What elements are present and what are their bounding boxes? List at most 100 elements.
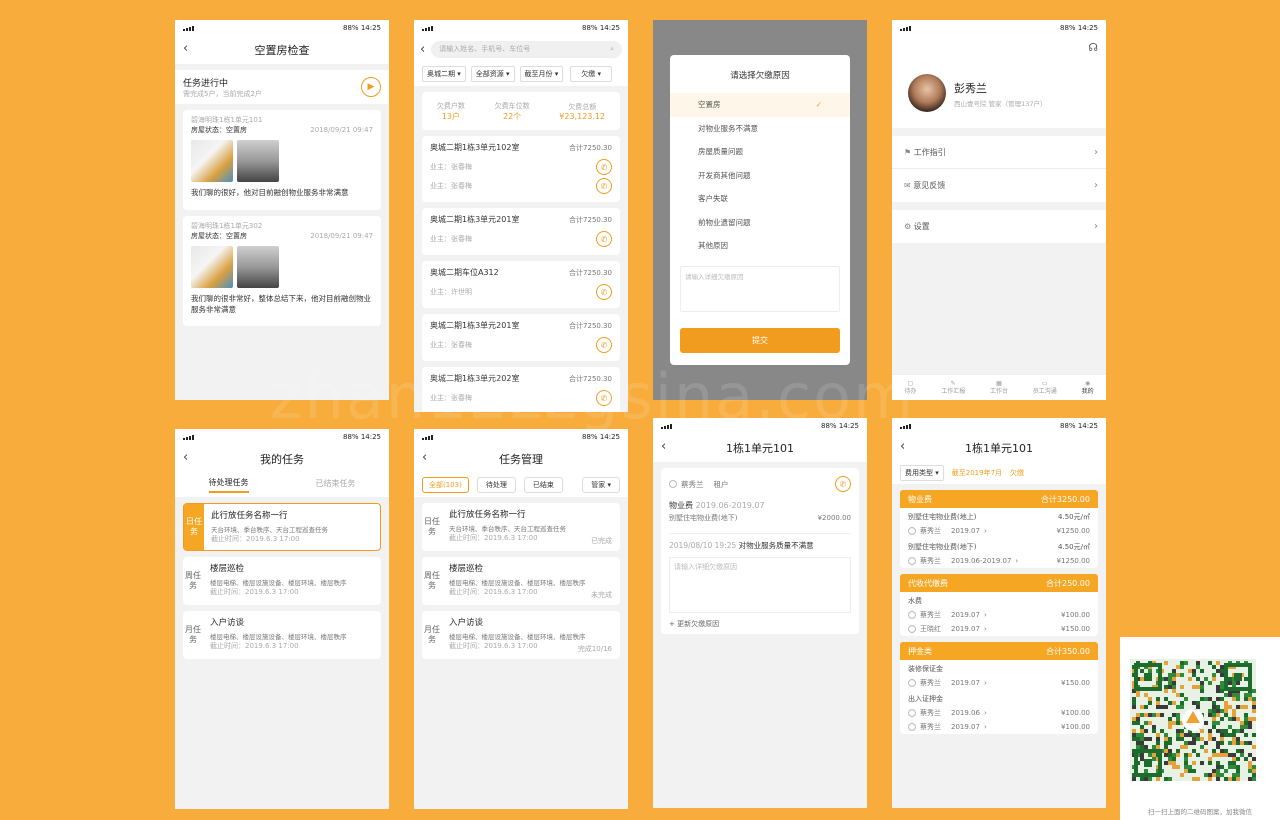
screen-vacant-house-check: 88% 14:25 ‹ 空置房检查 任务进行中 需完成5户，当前完成2户 ▶ 碧海… — [175, 20, 389, 400]
back-icon[interactable]: ‹ — [183, 450, 188, 465]
payer-row[interactable]: 蔡秀兰 2019.06 › ¥100.00 — [908, 708, 1090, 718]
reason-option[interactable]: 空置房 ✓ — [670, 93, 850, 117]
arrears-item[interactable]: 奥城二期1栋3单元202室 合计7250.30 业主：张春梅 ✆ — [422, 367, 620, 412]
reason-label: 空置房 — [698, 100, 721, 110]
payer-amount: ¥150.00 — [1061, 625, 1090, 633]
tab-label: 员工沟通 — [1032, 387, 1057, 395]
task-desc: 楼层电梯、楼层设施设备、楼层环境、楼层秩序 — [449, 579, 586, 587]
phone-icon[interactable]: ✆ — [596, 390, 612, 406]
menu-group: ⚙ 设置 › — [892, 210, 1106, 243]
back-icon[interactable]: ‹ — [420, 42, 425, 57]
reason-option[interactable]: 开发商其他问题 — [670, 164, 850, 188]
menu-item-guide[interactable]: ⚑ 工作指引 › — [892, 136, 1106, 169]
room-photo[interactable] — [237, 246, 279, 288]
reason-label: 其他原因 — [698, 241, 728, 251]
back-icon[interactable]: ‹ — [183, 41, 188, 56]
filter-month[interactable]: 截至月份 ▾ — [519, 66, 564, 82]
screen-unit-arrears-detail: 88% 14:25 ‹ 1栋1单元101 蔡秀兰 租户 ✆ 物业费 2019.06-2… — [653, 418, 867, 808]
tab-label: 工作汇报 — [941, 387, 966, 395]
arrears-item[interactable]: 奥城二期1栋3单元102室 合计7250.30 业主：张春梅 ✆ 业主：张春梅 ✆ — [422, 136, 620, 202]
room-photo[interactable] — [237, 140, 279, 182]
phone-icon[interactable]: ✆ — [596, 178, 612, 194]
payer-row[interactable]: 蔡秀兰 2019.07 › ¥100.00 — [908, 722, 1090, 732]
task-card[interactable]: 月任务 入户访谈 楼层电梯、楼层设施设备、楼层环境、楼层秩序 截止时间：2019.6… — [422, 611, 620, 659]
menu-item-feedback[interactable]: ✉ 意见反馈 › — [892, 169, 1106, 202]
back-icon[interactable]: ‹ — [661, 439, 666, 454]
reason-option[interactable]: 客户失联 — [670, 187, 850, 211]
reason-dialog: 请选择欠缴原因 空置房 ✓ 对物业服务不满意 房屋质量问题 开发商其他问题 客户失联 前物业… — [670, 55, 850, 365]
owner-text: 业主：张春梅 — [430, 341, 472, 349]
submit-button[interactable]: 提交 — [680, 327, 840, 353]
tab-mine[interactable]: ◉ 我的 — [1082, 380, 1094, 396]
chevron-right-icon: › — [983, 679, 987, 687]
payer-row[interactable]: 蔡秀兰 2019.07 › ¥100.00 — [908, 610, 1090, 620]
task-card[interactable]: 周任务 楼层巡检 楼层电梯、楼层设施设备、楼层环境、楼层秩序 截止时间：2019.6… — [422, 557, 620, 605]
payer-row[interactable]: 蔡秀兰 2019.07 › ¥1250.00 — [908, 526, 1090, 536]
arrears-item[interactable]: 奥城二期车位A312 合计7250.30 业主：许世明 ✆ — [422, 261, 620, 308]
reason-textarea[interactable]: 请输入详细欠缴原因 — [680, 265, 840, 312]
task-card[interactable]: 日任务 此行放任务名称一行 天台环境、季台秩序、天台工程巡查任务 截止时间：2019… — [422, 503, 620, 551]
phone-icon[interactable]: ✆ — [596, 231, 612, 247]
filter-status[interactable]: 欠缴 ▾ — [570, 66, 612, 82]
phone-icon[interactable]: ✆ — [596, 337, 612, 353]
detail-card: 蔡秀兰 租户 ✆ 物业费 2019.06-2019.07 别墅住宅物业费(地下) ¥2… — [661, 468, 859, 634]
arrears-item[interactable]: 奥城二期1栋3单元201室 合计7250.30 业主：张春梅 ✆ — [422, 314, 620, 361]
task-card[interactable]: 日任务 此行放任务名称一行 天台环境、季台秩序、天台工程巡查任务 截止时间：2019… — [183, 503, 381, 551]
search-bar: ‹ 请输入姓名、手机号、车位号 ⌕ — [414, 36, 628, 62]
owner-text: 业主：张春梅 — [430, 163, 472, 171]
reason-option[interactable]: 前物业遗留问题 — [670, 211, 850, 235]
arrears-item[interactable]: 奥城二期1栋3单元201室 合计7250.30 业主：张春梅 ✆ — [422, 208, 620, 255]
reason-option[interactable]: 对物业服务不满意 — [670, 117, 850, 141]
tab-report[interactable]: ✎ 工作汇报 — [941, 380, 965, 396]
phone-icon[interactable]: ✆ — [835, 476, 851, 492]
fee-sections: 物业费 合计3250.00 别墅住宅物业费(地上) 4.50元/㎡ 蔡秀兰 2019.07… — [892, 490, 1106, 734]
tab-chat[interactable]: ▭ 员工沟通 — [1033, 380, 1057, 396]
task-card[interactable]: 周任务 楼层巡检 楼层电梯、楼层设施设备、楼层环境、楼层秩序 截止时间：2019.6… — [183, 557, 381, 605]
room-photo[interactable] — [191, 140, 233, 182]
plus-icon[interactable]: + — [669, 620, 675, 628]
payer-row[interactable]: 蔡秀兰 2019.06-2019.07 › ¥1250.00 — [908, 556, 1090, 566]
tab-finished[interactable]: 已结束任务 — [316, 478, 356, 492]
chevron-right-icon: › — [983, 709, 987, 717]
fee-type-select[interactable]: 费用类型 ▾ — [900, 465, 944, 481]
menu-item-settings[interactable]: ⚙ 设置 › — [892, 210, 1106, 243]
task-deadline: 截止时间：2019.6.3 17:00 — [210, 588, 299, 596]
filter-pending[interactable]: 待处理 — [476, 477, 516, 493]
battery-text: 88% — [343, 433, 359, 441]
filter-project[interactable]: 奥城二期 ▾ — [422, 66, 466, 82]
tab-workbench[interactable]: ▦ 工作台 — [990, 380, 1008, 396]
filter-steward[interactable]: 管家 ▾ — [582, 477, 620, 493]
tab-todo[interactable]: ▢ 待办 — [904, 380, 916, 396]
reason-textarea[interactable]: 请输入详细欠缴原因 — [669, 557, 851, 613]
payer-row[interactable]: 蔡秀兰 2019.07 › ¥150.00 — [908, 678, 1090, 688]
nav-bar: ‹ 任务管理 — [414, 445, 628, 473]
phone-icon[interactable]: ✆ — [596, 284, 612, 300]
avatar[interactable] — [908, 74, 946, 112]
headset-icon[interactable]: ☊ — [1088, 41, 1098, 54]
search-input[interactable]: 请输入姓名、手机号、车位号 ⌕ — [431, 40, 622, 58]
record-card[interactable]: 碧海明珠1栋1单元101 房屋状态：空置房 2018/09/21 09:47 我们… — [183, 110, 381, 210]
task-status: 未完成 — [591, 591, 612, 599]
tab-pending[interactable]: 待处理任务 — [208, 477, 249, 493]
phone-icon[interactable]: ✆ — [596, 159, 612, 175]
payer-name: 王晓红 — [920, 625, 941, 633]
task-card[interactable]: 月任务 入户访谈 楼层电梯、楼层设施设备、楼层环境、楼层秩序 截止时间：2019.6… — [183, 611, 381, 659]
fee-section-name: 物业费 — [908, 494, 932, 504]
update-reason-link[interactable]: 更新欠缴原因 — [677, 620, 719, 628]
reason-option[interactable]: 其他原因 — [670, 234, 850, 258]
back-icon[interactable]: ‹ — [900, 439, 905, 454]
reason-option[interactable]: 房屋质量问题 — [670, 140, 850, 164]
filter-finished[interactable]: 已结束 — [523, 477, 563, 493]
filter-all[interactable]: 全部(103) — [422, 477, 469, 493]
page-title: 空置房检查 — [254, 44, 310, 57]
room-photo[interactable] — [191, 246, 233, 288]
payer-period: 2019.07 — [951, 679, 980, 687]
play-icon[interactable]: ▶ — [361, 77, 381, 97]
back-icon[interactable]: ‹ — [422, 450, 427, 465]
record-card[interactable]: 碧海明珠1栋1单元302 房屋状态：空置房 2018/09/21 09:47 我们… — [183, 216, 381, 326]
filter-resource[interactable]: 全部资源 ▾ — [470, 66, 515, 82]
filter-bar: 奥城二期 ▾ 全部资源 ▾ 截至月份 ▾ 欠缴 ▾ — [414, 62, 628, 86]
dialog-title: 请选择欠缴原因 — [730, 71, 790, 81]
payer-row[interactable]: 王晓红 2019.07 › ¥150.00 — [908, 624, 1090, 634]
fee-section-header: 押金类 合计350.00 — [900, 642, 1098, 660]
